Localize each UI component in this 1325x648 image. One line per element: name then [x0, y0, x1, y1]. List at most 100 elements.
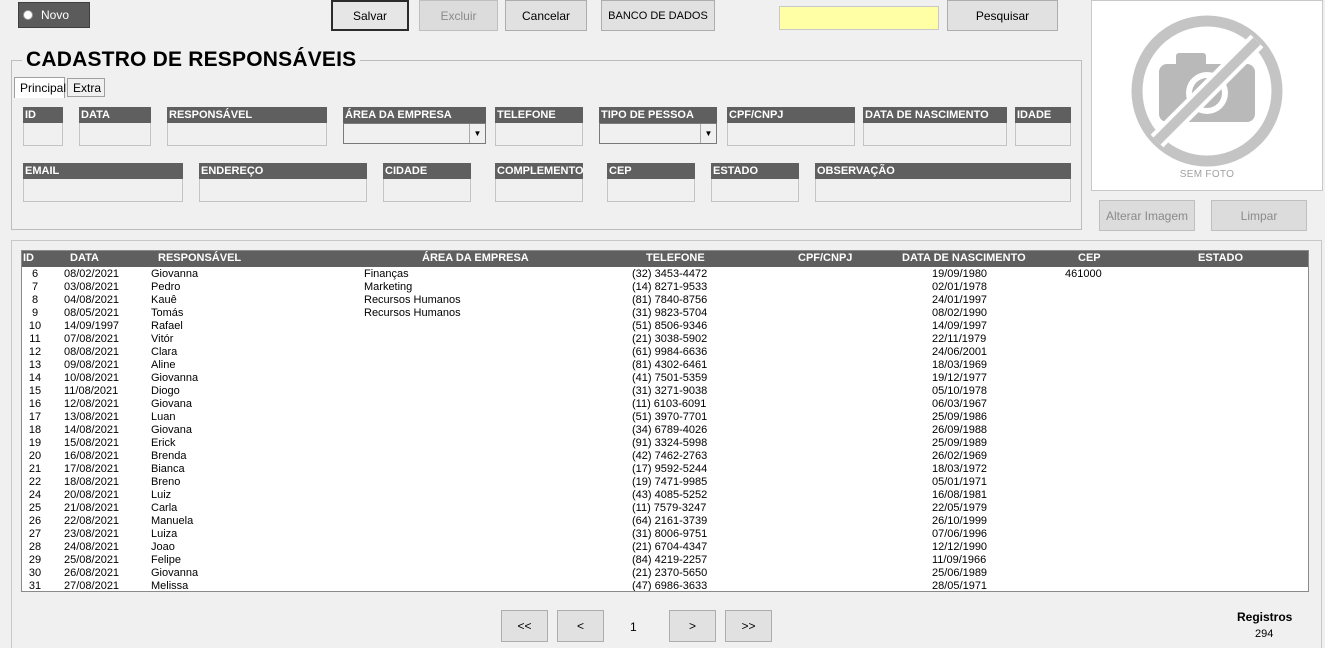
chevron-down-icon[interactable]: ▼: [469, 124, 485, 143]
table-row[interactable]: 21 17/08/2021 Bianca (17) 9592-5244 18/03/19…: [22, 463, 1308, 476]
cell-telefone: (61) 9984-6636: [632, 346, 708, 358]
col-cpf-cnpj[interactable]: CPF/CNPJ: [798, 252, 852, 264]
alterar-imagem-button[interactable]: Alterar Imagem: [1099, 200, 1195, 231]
responsavel-input[interactable]: [167, 123, 327, 146]
first-page-button[interactable]: <<: [501, 610, 548, 642]
salvar-button[interactable]: Salvar: [331, 0, 409, 31]
cell-telefone: (41) 7501-5359: [632, 372, 708, 384]
col-estado[interactable]: ESTADO: [1198, 252, 1243, 264]
cell-telefone: (32) 3453-4472: [632, 268, 708, 280]
table-row[interactable]: 28 24/08/2021 Joao (21) 6704-4347 12/12/1990: [22, 541, 1308, 554]
table-row[interactable]: 7 03/08/2021 Pedro Marketing (14) 8271-9533 0…: [22, 281, 1308, 294]
complemento-input[interactable]: [495, 179, 583, 202]
col-responsavel[interactable]: RESPONSÁVEL: [158, 252, 241, 264]
table-row[interactable]: 14 10/08/2021 Giovanna (41) 7501-5359 19/12/…: [22, 372, 1308, 385]
table-row[interactable]: 16 12/08/2021 Giovana (11) 6103-6091 06/03/1…: [22, 398, 1308, 411]
cell-nascimento: 14/09/1997: [932, 320, 988, 332]
excluir-button[interactable]: Excluir: [419, 0, 498, 31]
table-row[interactable]: 19 15/08/2021 Erick (91) 3324-5998 25/09/198…: [22, 437, 1308, 450]
table-row[interactable]: 15 11/08/2021 Diogo (31) 3271-9038 05/10/197…: [22, 385, 1308, 398]
prev-page-button[interactable]: <: [557, 610, 604, 642]
data-input[interactable]: [79, 123, 151, 146]
data-nascimento-input[interactable]: [863, 123, 1007, 146]
table-row[interactable]: 8 04/08/2021 Kauê Recursos Humanos (81) 7840…: [22, 294, 1308, 307]
table-row[interactable]: 6 08/02/2021 Giovanna Finanças (32) 3453-447…: [22, 268, 1308, 281]
cell-responsavel: Erick: [151, 437, 176, 449]
table-row[interactable]: 22 18/08/2021 Breno (19) 7471-9985 05/01/197…: [22, 476, 1308, 489]
cell-nascimento: 05/01/1971: [932, 476, 988, 488]
last-page-button[interactable]: >>: [725, 610, 772, 642]
table-row[interactable]: 25 21/08/2021 Carla (11) 7579-3247 22/05/197…: [22, 502, 1308, 515]
col-area-empresa[interactable]: ÁREA DA EMPRESA: [422, 252, 529, 264]
cell-area: Recursos Humanos: [364, 294, 461, 306]
cell-nascimento: 25/09/1989: [932, 437, 988, 449]
cep-input[interactable]: [607, 179, 695, 202]
cell-telefone: (34) 6789-4026: [632, 424, 708, 436]
id-input[interactable]: [23, 123, 63, 146]
table-row[interactable]: 9 08/05/2021 Tomás Recursos Humanos (31) 982…: [22, 307, 1308, 320]
next-page-button[interactable]: >: [669, 610, 716, 642]
field-data-nascimento: DATA DE NASCIMENTO: [863, 107, 1007, 146]
table-row[interactable]: 20 16/08/2021 Brenda (42) 7462-2763 26/02/19…: [22, 450, 1308, 463]
cell-nascimento: 26/10/1999: [932, 515, 988, 527]
cell-id: 19: [28, 437, 42, 449]
tab-extra[interactable]: Extra: [67, 78, 105, 97]
table-row[interactable]: 10 14/09/1997 Rafael (51) 8506-9346 14/09/19…: [22, 320, 1308, 333]
table-row[interactable]: 17 13/08/2021 Luan (51) 3970-7701 25/09/1986: [22, 411, 1308, 424]
table-row[interactable]: 30 26/08/2021 Giovanna (21) 2370-5650 25/06/…: [22, 567, 1308, 580]
table-row[interactable]: 11 07/08/2021 Vitór (21) 3038-5902 22/11/197…: [22, 333, 1308, 346]
col-id[interactable]: ID: [23, 252, 34, 264]
cell-data: 15/08/2021: [64, 437, 120, 449]
table-row[interactable]: 31 27/08/2021 Melissa (47) 6986-3633 28/05/1…: [22, 580, 1308, 591]
banco-de-dados-button[interactable]: BANCO DE DADOS: [601, 0, 715, 31]
col-cep[interactable]: CEP: [1078, 252, 1101, 264]
chevron-down-icon[interactable]: ▼: [700, 124, 716, 143]
table-row[interactable]: 13 09/08/2021 Aline (81) 4302-6461 18/03/196…: [22, 359, 1308, 372]
table-row[interactable]: 12 08/08/2021 Clara (61) 9984-6636 24/06/200…: [22, 346, 1308, 359]
area-empresa-select[interactable]: ▼: [343, 123, 486, 144]
novo-radio[interactable]: [23, 10, 33, 20]
cell-id: 24: [28, 489, 42, 501]
col-data-nascimento[interactable]: DATA DE NASCIMENTO: [902, 252, 1026, 264]
col-telefone[interactable]: TELEFONE: [646, 252, 705, 264]
estado-input[interactable]: [711, 179, 799, 202]
observacao-input[interactable]: [815, 179, 1071, 202]
col-data[interactable]: DATA: [70, 252, 99, 264]
email-input[interactable]: [23, 179, 183, 202]
cell-nascimento: 18/03/1969: [932, 359, 988, 371]
cell-telefone: (84) 4219-2257: [632, 554, 708, 566]
table-row[interactable]: 29 25/08/2021 Felipe (84) 4219-2257 11/09/19…: [22, 554, 1308, 567]
cell-data: 21/08/2021: [64, 502, 120, 514]
tab-principal[interactable]: Principal: [14, 77, 66, 98]
pesquisar-button[interactable]: Pesquisar: [947, 0, 1058, 31]
novo-option[interactable]: Novo: [18, 2, 90, 28]
table-row[interactable]: 24 20/08/2021 Luiz (43) 4085-5252 16/08/1981: [22, 489, 1308, 502]
cell-responsavel: Breno: [151, 476, 181, 488]
novo-label: Novo: [41, 8, 70, 22]
cell-data: 18/08/2021: [64, 476, 120, 488]
cell-data: 25/08/2021: [64, 554, 120, 566]
cpf-cnpj-input[interactable]: [727, 123, 855, 146]
telefone-input[interactable]: [495, 123, 583, 146]
limpar-button[interactable]: Limpar: [1211, 200, 1307, 231]
idade-input[interactable]: [1015, 123, 1071, 146]
tipo-pessoa-select[interactable]: ▼: [599, 123, 717, 144]
cancelar-button[interactable]: Cancelar: [505, 0, 587, 31]
cell-nascimento: 12/12/1990: [932, 541, 988, 553]
search-input[interactable]: [779, 6, 939, 30]
cell-responsavel: Giovanna: [151, 268, 199, 280]
records-table[interactable]: ID DATA RESPONSÁVEL ÁREA DA EMPRESA TELE…: [21, 250, 1309, 592]
cell-nascimento: 25/09/1986: [932, 411, 988, 423]
cell-telefone: (81) 4302-6461: [632, 359, 708, 371]
field-label: TELEFONE: [495, 107, 583, 123]
field-label: OBSERVAÇÃO: [815, 163, 1071, 179]
table-row[interactable]: 18 14/08/2021 Giovana (34) 6789-4026 26/09/1…: [22, 424, 1308, 437]
cidade-input[interactable]: [383, 179, 471, 202]
cell-responsavel: Tomás: [151, 307, 184, 319]
cell-nascimento: 26/02/1969: [932, 450, 988, 462]
table-row[interactable]: 27 23/08/2021 Luiza (31) 8006-9751 07/06/199…: [22, 528, 1308, 541]
endereco-input[interactable]: [199, 179, 367, 202]
field-area-empresa: ÁREA DA EMPRESA ▼: [343, 107, 486, 144]
cell-responsavel: Giovana: [151, 424, 192, 436]
table-row[interactable]: 26 22/08/2021 Manuela (64) 2161-3739 26/10/1…: [22, 515, 1308, 528]
